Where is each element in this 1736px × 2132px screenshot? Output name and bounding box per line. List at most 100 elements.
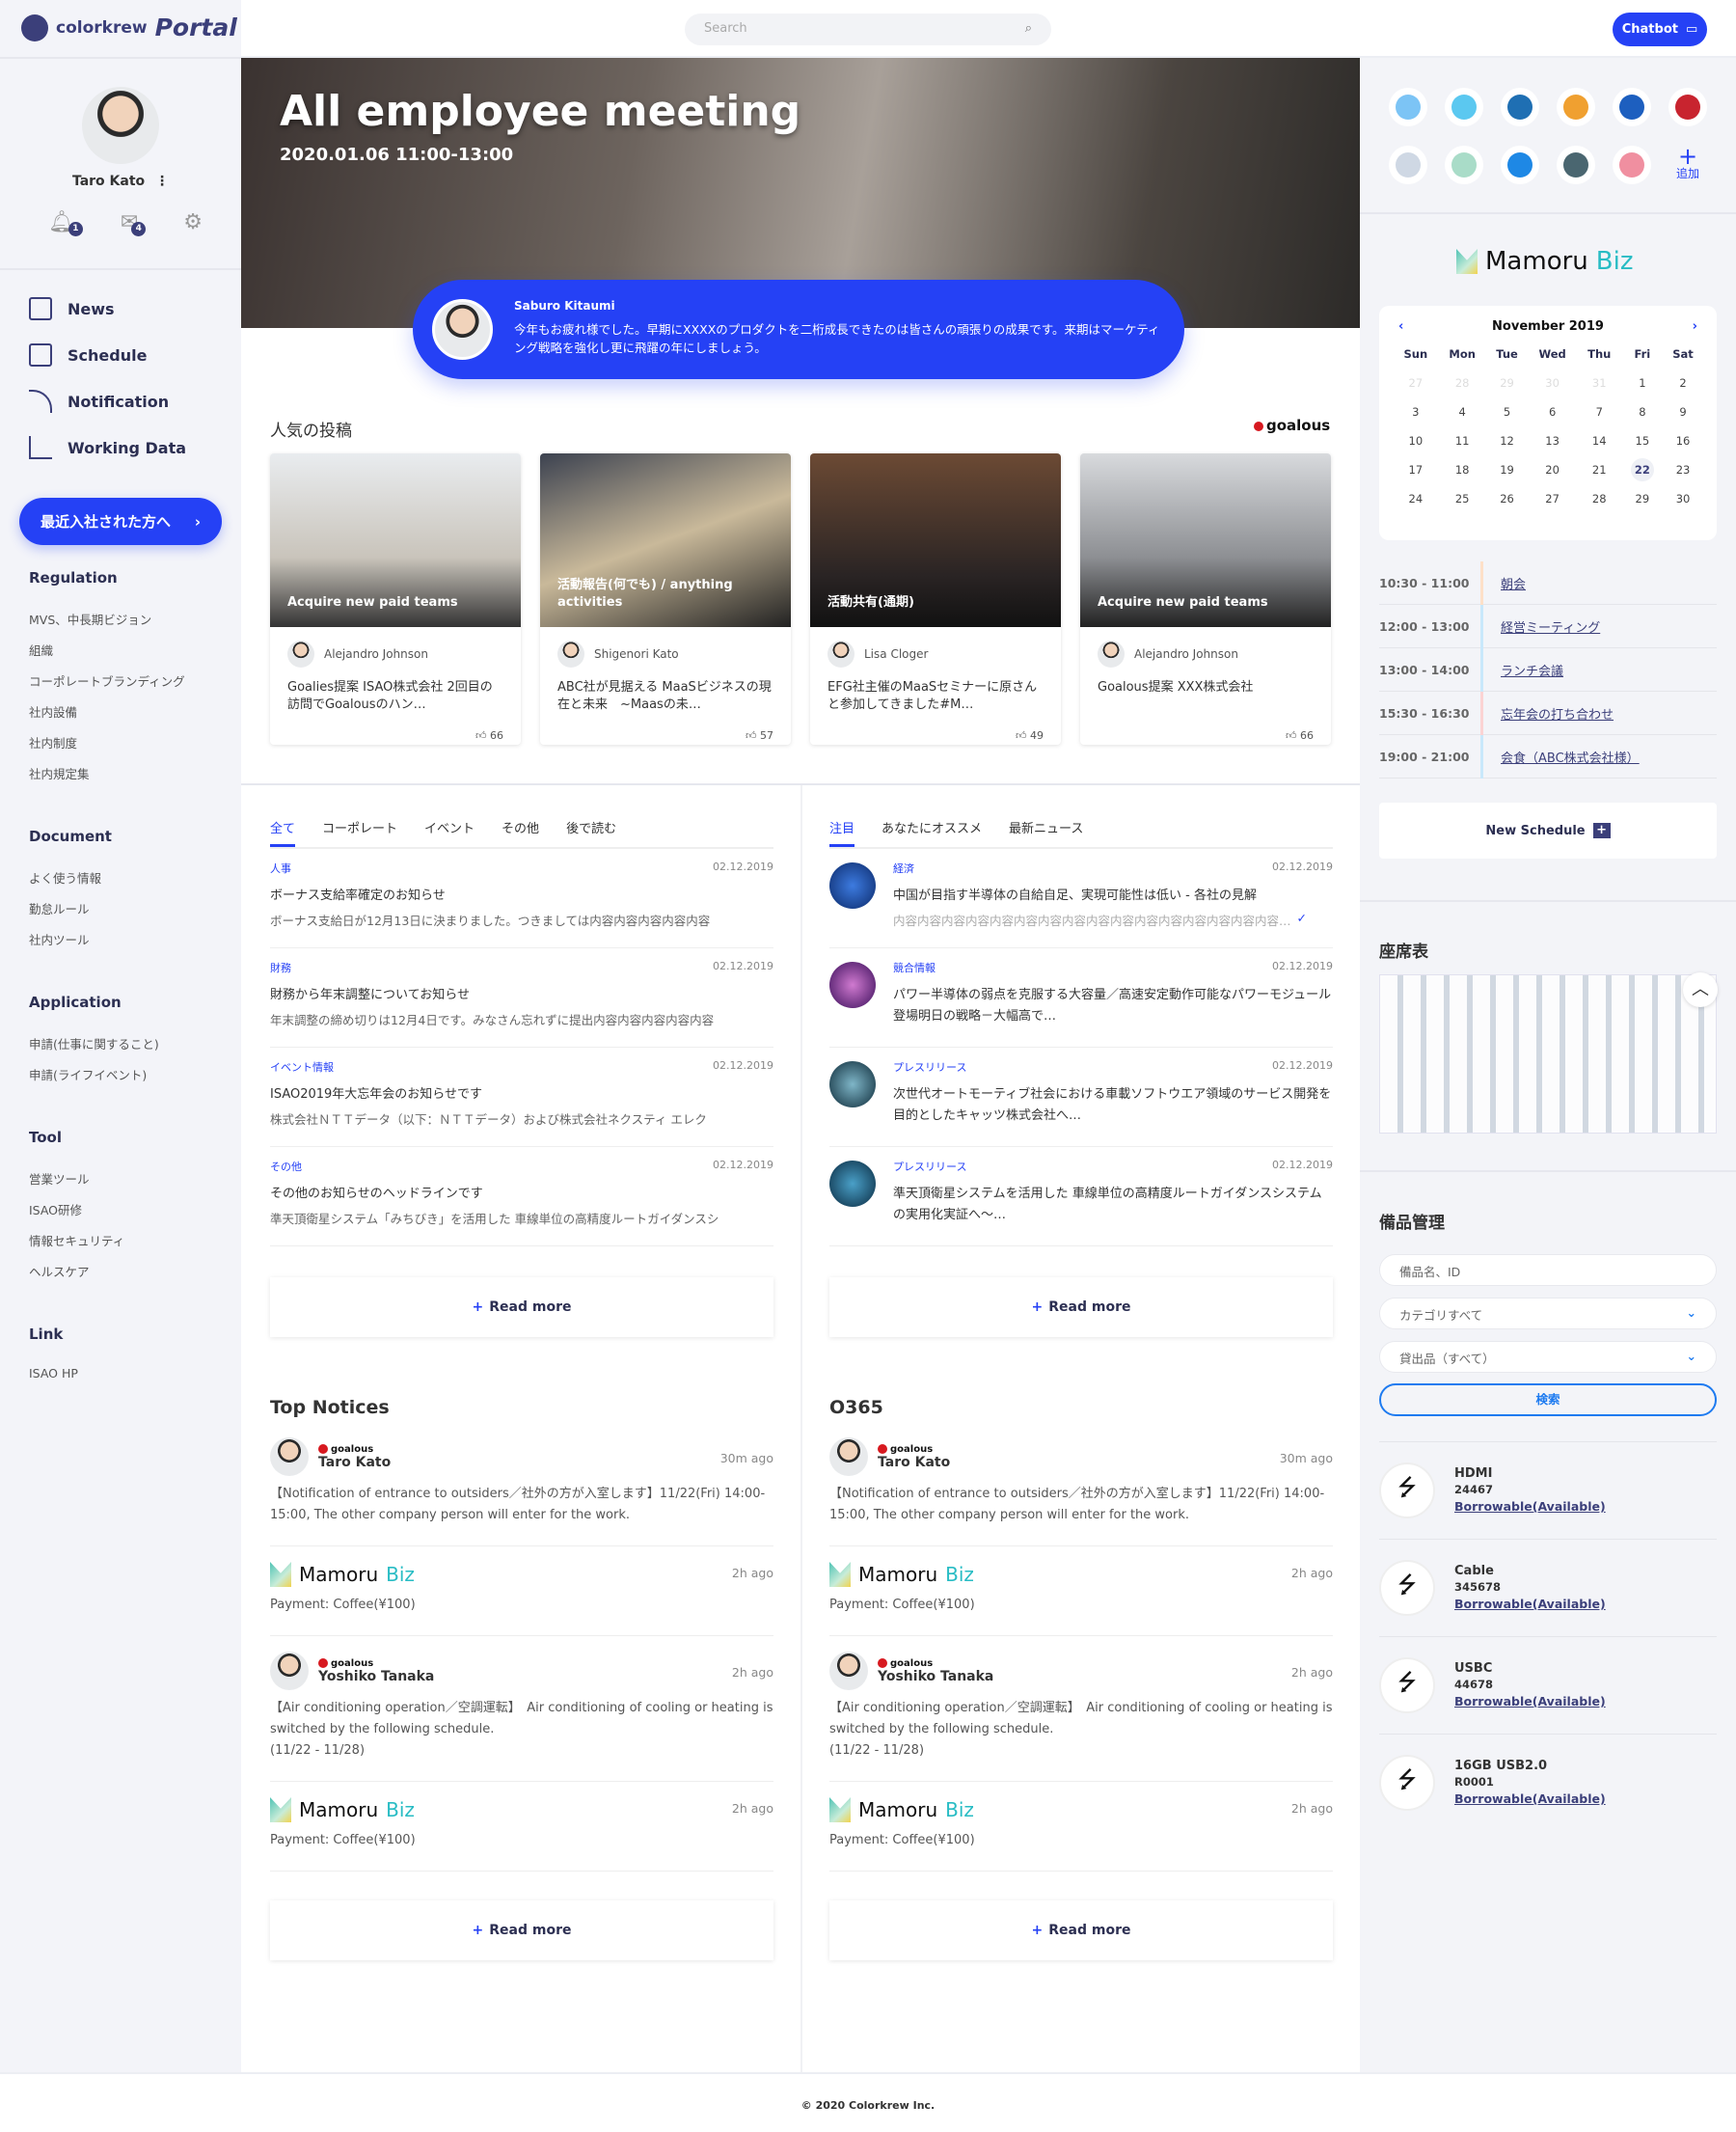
equipment-search-input[interactable]: 備品名、ID: [1379, 1254, 1717, 1286]
news-category[interactable]: 財務: [270, 960, 773, 975]
news-tab[interactable]: 最新ニュース: [1009, 818, 1083, 847]
calendar-day[interactable]: 9: [1664, 397, 1702, 426]
app-shortcut-icon[interactable]: [1445, 146, 1483, 184]
equipment-status-link[interactable]: Borrowable(Available): [1454, 1597, 1606, 1611]
read-more-button[interactable]: + Read more: [829, 1900, 1333, 1960]
news-tab[interactable]: コーポレート: [322, 818, 397, 847]
read-more-button[interactable]: + Read more: [270, 1900, 773, 1960]
bell-icon[interactable]: 🔔︎ 1: [48, 210, 83, 236]
schedule-item[interactable]: 10:30 - 11:00 朝会: [1379, 560, 1717, 605]
equipment-search-button[interactable]: 検索: [1379, 1383, 1717, 1416]
sidebar-link[interactable]: 情報セキュリティ: [29, 1231, 124, 1249]
user-menu-icon[interactable]: ⋮: [155, 174, 169, 189]
app-shortcut-icon[interactable]: [1445, 88, 1483, 126]
calendar-day[interactable]: 2: [1664, 369, 1702, 397]
app-shortcut-icon[interactable]: [1668, 88, 1707, 126]
sidebar-link[interactable]: 営業ツール: [29, 1169, 90, 1188]
news-item[interactable]: プレスリリース 02.12.2019 準天頂衛星システムを活用した 車線単位の高精…: [829, 1147, 1333, 1246]
sidebar-link[interactable]: 申請(仕事に関すること): [29, 1034, 159, 1052]
like-count[interactable]: 👍︎ 49: [810, 722, 1061, 745]
schedule-title-link[interactable]: 忘年会の打ち合わせ: [1501, 704, 1614, 723]
equipment-item[interactable]: ⭍ Cable 345678 Borrowable(Available): [1379, 1539, 1717, 1636]
category-select[interactable]: カテゴリすべて ⌄: [1379, 1298, 1717, 1329]
app-shortcut-icon[interactable]: [1389, 88, 1427, 126]
prev-month-button[interactable]: ‹: [1398, 319, 1403, 334]
calendar-day[interactable]: 5: [1487, 397, 1528, 426]
news-tab[interactable]: あなたにオススメ: [882, 818, 982, 847]
nav-news[interactable]: News: [29, 297, 115, 320]
like-count[interactable]: 👍︎ 66: [1080, 722, 1331, 745]
nav-schedule[interactable]: Schedule: [29, 343, 147, 367]
loan-select[interactable]: 貸出品（すべて） ⌄: [1379, 1341, 1717, 1373]
new-hire-button[interactable]: 最近入社された方へ ›: [19, 498, 222, 545]
notice-item[interactable]: 2h ago goalous Yoshiko Tanaka 【Air conditio…: [270, 1636, 773, 1782]
schedule-title-link[interactable]: 会食（ABC株式会社様）: [1501, 748, 1640, 766]
like-count[interactable]: 👍︎ 57: [540, 722, 791, 745]
popular-post-card[interactable]: 活動共有(通期) Lisa Cloger EFG社主催のMaaSセミナーに原さん…: [810, 453, 1061, 745]
sidebar-link[interactable]: MVS、中長期ビジョン: [29, 610, 151, 628]
sidebar-link[interactable]: 社内ツール: [29, 930, 90, 948]
news-item[interactable]: 財務 02.12.2019 財務から年末調整についてお知らせ 年末調整の締め切りは1…: [270, 948, 773, 1048]
notice-item[interactable]: 2h ago Mamoru Biz Payment: Coffee(¥100): [270, 1546, 773, 1636]
news-category[interactable]: プレスリリース: [893, 1159, 1333, 1174]
calendar-day[interactable]: 28: [1578, 484, 1621, 513]
app-shortcut-icon[interactable]: [1557, 88, 1595, 126]
calendar-day[interactable]: 3: [1394, 397, 1438, 426]
schedule-title-link[interactable]: 朝会: [1501, 574, 1526, 592]
schedule-item[interactable]: 12:00 - 13:00 経営ミーティング: [1379, 604, 1717, 648]
add-app-button[interactable]: + 追加: [1668, 145, 1707, 184]
news-category[interactable]: 人事: [270, 861, 773, 876]
sidebar-link[interactable]: 社内設備: [29, 702, 77, 721]
news-tab[interactable]: その他: [502, 818, 539, 847]
seat-map-image[interactable]: [1379, 974, 1717, 1134]
mail-icon[interactable]: ✉ 4: [121, 210, 147, 236]
notice-item[interactable]: 30m ago goalous Taro Kato 【Notification of …: [270, 1422, 773, 1546]
calendar-day[interactable]: 23: [1664, 455, 1702, 484]
calendar-day[interactable]: 17: [1394, 455, 1438, 484]
read-more-button[interactable]: + Read more: [270, 1277, 773, 1337]
equipment-item[interactable]: ⭍ HDMI 24467 Borrowable(Available): [1379, 1441, 1717, 1539]
read-more-button[interactable]: + Read more: [829, 1277, 1333, 1337]
calendar-day[interactable]: 16: [1664, 426, 1702, 455]
calendar-day[interactable]: 14: [1578, 426, 1621, 455]
schedule-item[interactable]: 15:30 - 16:30 忘年会の打ち合わせ: [1379, 691, 1717, 735]
calendar-day[interactable]: 26: [1487, 484, 1528, 513]
popular-post-card[interactable]: Acquire new paid teams Alejandro Johnson…: [1080, 453, 1331, 745]
calendar-day[interactable]: 8: [1621, 397, 1664, 426]
equipment-status-link[interactable]: Borrowable(Available): [1454, 1499, 1606, 1514]
calendar-day[interactable]: 24: [1394, 484, 1438, 513]
news-item[interactable]: その他 02.12.2019 その他のお知らせのヘッドラインです 準天頂衛星システム…: [270, 1147, 773, 1246]
news-category[interactable]: その他: [270, 1159, 773, 1174]
app-shortcut-icon[interactable]: [1613, 146, 1651, 184]
calendar-day[interactable]: 31: [1578, 369, 1621, 397]
calendar-day[interactable]: 13: [1527, 426, 1577, 455]
schedule-title-link[interactable]: ランチ会議: [1501, 661, 1563, 679]
calendar-day[interactable]: 15: [1621, 426, 1664, 455]
calendar-day[interactable]: 1: [1621, 369, 1664, 397]
calendar-day[interactable]: 12: [1487, 426, 1528, 455]
calendar-day[interactable]: 29: [1621, 484, 1664, 513]
app-shortcut-icon[interactable]: [1557, 146, 1595, 184]
sidebar-link[interactable]: 社内制度: [29, 733, 77, 752]
colorkrew-portal-logo[interactable]: colorkrew Portal: [21, 14, 237, 41]
news-item[interactable]: プレスリリース 02.12.2019 次世代オートモーティブ社会における車載ソフト…: [829, 1048, 1333, 1147]
news-category[interactable]: プレスリリース: [893, 1059, 1333, 1075]
news-category[interactable]: 経済: [893, 861, 1333, 876]
calendar-day[interactable]: 20: [1527, 455, 1577, 484]
sidebar-link[interactable]: ISAO研修: [29, 1200, 82, 1218]
sidebar-link[interactable]: よく使う情報: [29, 868, 101, 887]
news-item[interactable]: イベント情報 02.12.2019 ISAO2019年大忘年会のお知らせです 株式会…: [270, 1048, 773, 1147]
calendar-day[interactable]: 21: [1578, 455, 1621, 484]
news-item[interactable]: 競合情報 02.12.2019 パワー半導体の弱点を克服する大容量／高速安定動作可…: [829, 948, 1333, 1048]
equipment-item[interactable]: ⭍ USBC 44678 Borrowable(Available): [1379, 1636, 1717, 1734]
news-category[interactable]: イベント情報: [270, 1059, 773, 1075]
calendar-day[interactable]: 29: [1487, 369, 1528, 397]
equipment-status-link[interactable]: Borrowable(Available): [1454, 1791, 1606, 1806]
nav-notification[interactable]: Notification: [29, 390, 169, 413]
app-shortcut-icon[interactable]: [1613, 88, 1651, 126]
news-tab[interactable]: 注目: [829, 818, 855, 847]
search-icon[interactable]: ⌕: [1025, 21, 1032, 38]
notice-item[interactable]: 30m ago goalous Taro Kato 【Notification of …: [829, 1422, 1333, 1546]
calendar-day[interactable]: 10: [1394, 426, 1438, 455]
sidebar-link[interactable]: 申請(ライフイベント): [29, 1065, 147, 1083]
